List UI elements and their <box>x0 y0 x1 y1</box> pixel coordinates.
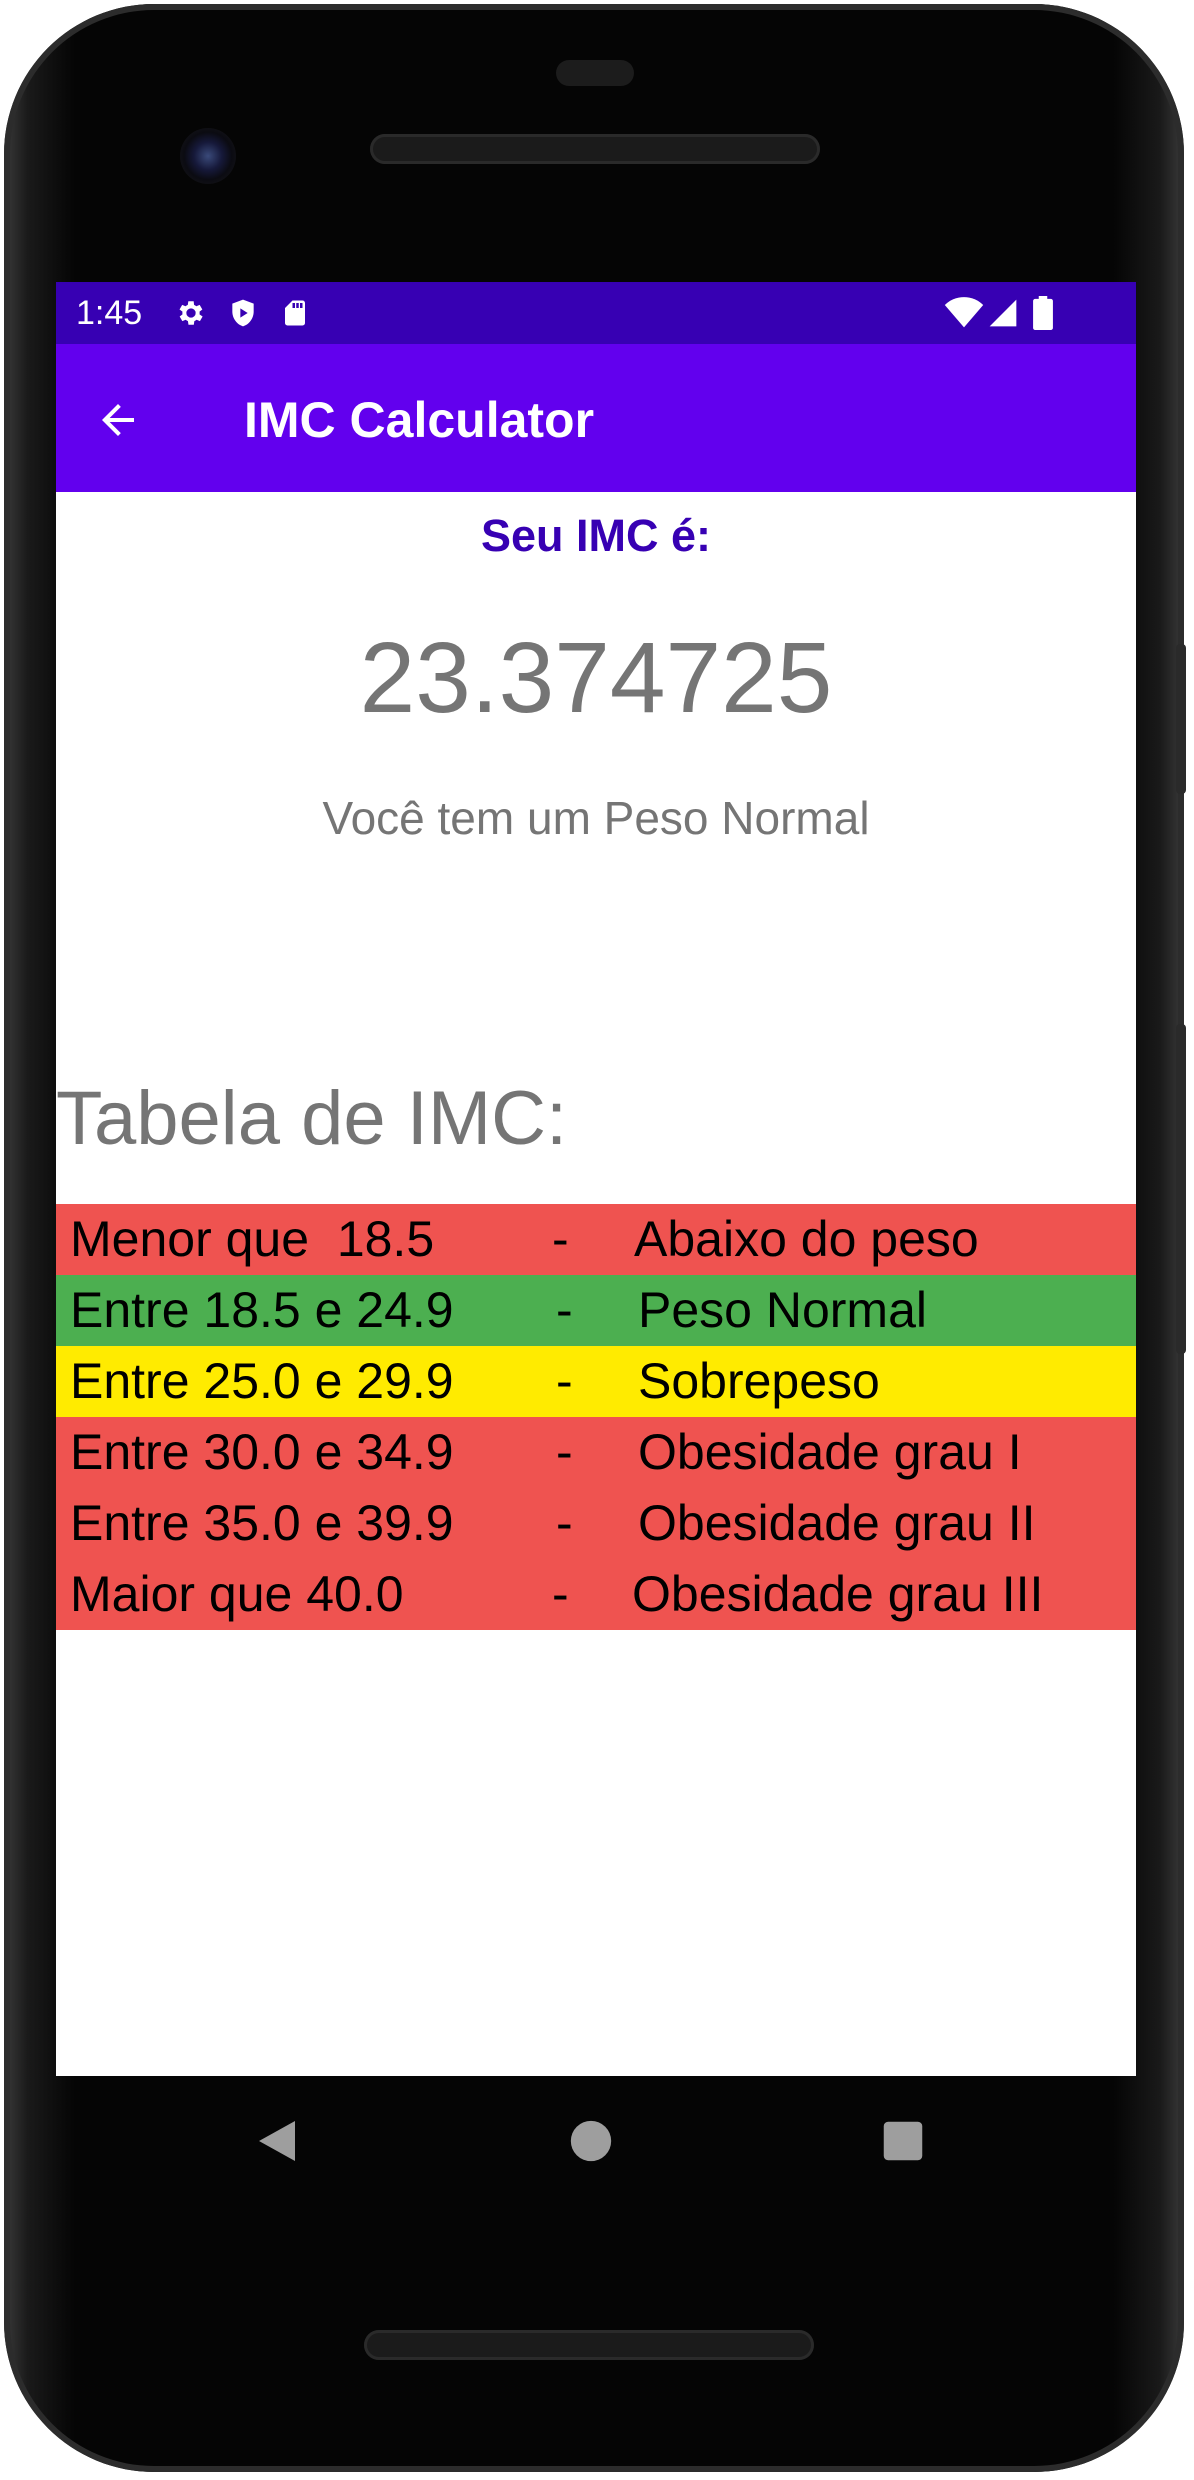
row-separator: - <box>556 1282 573 1338</box>
row-range: Menor que 18.5 <box>70 1211 435 1267</box>
imc-label: Seu IMC é: <box>480 510 712 561</box>
power-button <box>1176 644 1186 794</box>
table-title: Tabela de IMC: <box>56 1076 568 1161</box>
table-row: Entre 18.5 e 24.9 - Peso Normal <box>56 1275 1136 1346</box>
table-row: Entre 25.0 e 29.9 - Sobrepeso <box>56 1346 1136 1417</box>
row-classification: Peso Normal <box>638 1282 927 1338</box>
gear-icon <box>174 296 208 330</box>
imc-result-message: Você tem um Peso Normal <box>322 792 870 844</box>
battery-icon <box>1026 296 1060 330</box>
row-range: Entre 35.0 e 39.9 <box>70 1495 454 1551</box>
table-row: Entre 35.0 e 39.9 - Obesidade grau II <box>56 1488 1136 1559</box>
status-time: 1:45 <box>76 294 143 332</box>
row-separator: - <box>556 1495 573 1551</box>
status-bar: 1:45 <box>56 282 1136 344</box>
imc-value: 23.374725 <box>359 622 833 734</box>
row-classification: Abaixo do peso <box>634 1211 979 1267</box>
signal-icon <box>986 296 1020 330</box>
row-range: Entre 25.0 e 29.9 <box>70 1353 454 1409</box>
device-screen: 1:45 IMC Calculator Seu IMC é: 23.374725… <box>56 282 1136 2076</box>
row-classification: Sobrepeso <box>638 1353 880 1409</box>
sd-card-icon <box>278 296 312 330</box>
navigation-bar <box>4 2076 1194 2206</box>
nav-recents-button[interactable] <box>868 2106 938 2176</box>
shield-play-icon <box>226 296 260 330</box>
earpiece <box>556 60 634 86</box>
volume-button <box>1176 1024 1186 1354</box>
app-bar: IMC Calculator <box>56 344 1136 492</box>
table-row: Menor que 18.5 - Abaixo do peso <box>56 1204 1136 1275</box>
phone-frame: 1:45 IMC Calculator Seu IMC é: 23.374725… <box>4 4 1186 2472</box>
row-classification: Obesidade grau I <box>638 1424 1022 1480</box>
imc-table: Menor que 18.5 - Abaixo do peso Entre 18… <box>56 1204 1136 1630</box>
recents-square-icon <box>883 2121 923 2161</box>
row-classification: Obesidade grau II <box>638 1495 1036 1551</box>
bottom-speaker-grille <box>364 2330 814 2360</box>
nav-back-button[interactable] <box>242 2106 312 2176</box>
row-classification: Obesidade grau III <box>632 1566 1044 1622</box>
back-triangle-icon <box>259 2121 295 2161</box>
back-button[interactable] <box>86 388 150 452</box>
row-separator: - <box>552 1211 569 1267</box>
nav-home-button[interactable] <box>556 2106 626 2176</box>
arrow-left-icon <box>102 404 134 436</box>
row-separator: - <box>552 1566 569 1622</box>
table-row: Entre 30.0 e 34.9 - Obesidade grau I <box>56 1417 1136 1488</box>
top-speaker-grille <box>370 134 820 164</box>
home-circle-icon <box>570 2120 612 2162</box>
row-range: Entre 18.5 e 24.9 <box>70 1282 454 1338</box>
row-separator: - <box>556 1353 573 1409</box>
app-title: IMC Calculator <box>244 392 595 448</box>
row-range: Maior que 40.0 <box>70 1566 404 1622</box>
row-range: Entre 30.0 e 34.9 <box>70 1424 454 1480</box>
front-camera-icon <box>180 128 236 184</box>
table-row: Maior que 40.0 - Obesidade grau III <box>56 1559 1136 1630</box>
row-separator: - <box>556 1424 573 1480</box>
wifi-icon <box>944 296 984 330</box>
